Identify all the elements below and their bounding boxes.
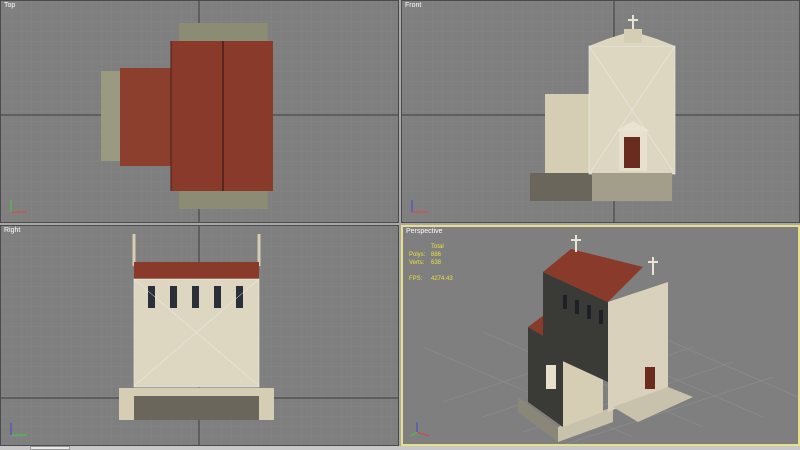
viewport-statistics: Total Polys: 886 Verts: 638 FPS: 4274.43 bbox=[409, 243, 453, 283]
church-perspective-view bbox=[518, 235, 693, 442]
viewport-label-right[interactable]: Right bbox=[4, 227, 20, 234]
church-right-view bbox=[119, 234, 274, 420]
viewport-right[interactable]: Right bbox=[0, 225, 399, 446]
church-front-view bbox=[530, 15, 676, 201]
stats-header: Total bbox=[431, 244, 444, 250]
church-top-view bbox=[101, 23, 273, 209]
fps-value: 4274.43 bbox=[431, 276, 453, 282]
viewport-label-front[interactable]: Front bbox=[405, 2, 421, 9]
viewport-front[interactable]: Front bbox=[401, 0, 800, 223]
status-field[interactable] bbox=[30, 446, 70, 450]
viewport-top[interactable]: Top bbox=[0, 0, 399, 223]
viewport-label-top[interactable]: Top bbox=[4, 2, 15, 9]
verts-value: 638 bbox=[431, 260, 442, 266]
axis-tripod-icon bbox=[411, 200, 428, 213]
axis-tripod-icon bbox=[10, 200, 27, 213]
status-bar bbox=[0, 446, 800, 450]
viewport-perspective[interactable]: Perspective Total Polys: 886 Verts: 638 FP… bbox=[401, 225, 800, 446]
axis-tripod-icon bbox=[410, 422, 430, 437]
axis-tripod-icon bbox=[10, 423, 27, 436]
polys-label: Polys: bbox=[409, 252, 426, 258]
verts-label: Verts: bbox=[409, 260, 425, 266]
fps-label: FPS: bbox=[409, 276, 423, 282]
polys-value: 886 bbox=[431, 252, 442, 258]
viewport-label-perspective[interactable]: Perspective bbox=[406, 228, 443, 235]
